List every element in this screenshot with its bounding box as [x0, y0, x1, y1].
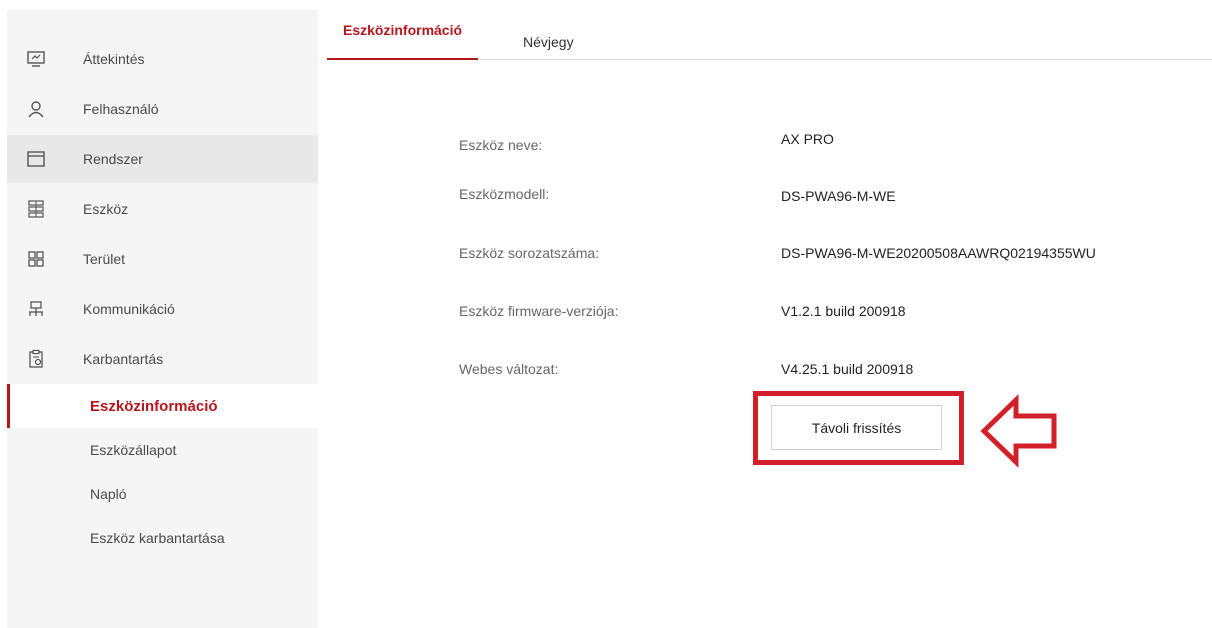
sidebar-subitem-eszkozinformacio[interactable]: Eszközinformáció: [7, 384, 318, 428]
window-icon: [25, 148, 47, 170]
area-grid-icon: [25, 248, 47, 270]
firmware-version-label: Eszköz firmware-verziója:: [459, 303, 619, 319]
device-grid-icon: [25, 198, 47, 220]
web-version-label: Webes változat:: [459, 361, 559, 377]
sidebar-subitem-eszkozallapot[interactable]: Eszközállapot: [7, 428, 318, 472]
device-model-label: Eszközmodell:: [459, 186, 550, 202]
remote-update-button[interactable]: Távoli frissítés: [771, 405, 942, 450]
serial-number-value: DS-PWA96-M-WE20200508AAWRQ02194355WU: [781, 245, 1096, 261]
device-name-label: Eszköz neve:: [459, 137, 543, 153]
sidebar-item-kommunikacio[interactable]: Kommunikáció: [7, 285, 318, 333]
tab-nevjegy[interactable]: Névjegy: [523, 22, 574, 58]
sidebar-subitem-label: Eszközinformáció: [90, 397, 218, 415]
sidebar-item-label: Karbantartás: [83, 351, 164, 367]
sidebar-subitem-eszkoz-karbantartasa[interactable]: Eszköz karbantartása: [7, 516, 318, 560]
tab-eszkozinformacio[interactable]: Eszközinformáció: [327, 22, 479, 60]
web-version-value: V4.25.1 build 200918: [781, 361, 914, 377]
sidebar-subitem-label: Napló: [90, 486, 127, 502]
network-icon: [25, 298, 47, 320]
user-icon: [25, 98, 47, 120]
sidebar-subitem-label: Eszköz karbantartása: [90, 530, 225, 546]
sidebar-item-label: Terület: [83, 251, 126, 267]
device-name-value: AX PRO: [781, 131, 834, 147]
sidebar-item-attekintes[interactable]: Áttekintés: [7, 35, 318, 83]
firmware-version-value: V1.2.1 build 200918: [781, 303, 906, 319]
tab-label: Eszközinformáció: [343, 22, 463, 38]
tab-bar: Eszközinformáció Névjegy: [327, 22, 1212, 60]
sidebar-item-rendszer[interactable]: Rendszer: [7, 135, 318, 183]
sidebar-item-label: Áttekintés: [83, 51, 145, 67]
selection-indicator: [7, 384, 10, 428]
maintenance-clipboard-icon: [25, 348, 47, 370]
sidebar-item-felhasznalo[interactable]: Felhasználó: [7, 85, 318, 133]
serial-number-label: Eszköz sorozatszáma:: [459, 245, 600, 261]
tab-label: Névjegy: [523, 34, 574, 50]
sidebar-item-label: Eszköz: [83, 201, 129, 217]
sidebar-item-label: Felhasználó: [83, 101, 159, 117]
sidebar-subitem-naplo[interactable]: Napló: [7, 472, 318, 516]
sidebar-item-eszkoz[interactable]: Eszköz: [7, 185, 318, 233]
sidebar: Áttekintés Felhasználó Rendszer Eszköz T…: [7, 10, 318, 628]
device-model-value: DS-PWA96-M-WE: [781, 188, 896, 204]
sidebar-item-karbantartas[interactable]: Karbantartás: [7, 335, 318, 383]
sidebar-item-terulet[interactable]: Terület: [7, 235, 318, 283]
sidebar-subitem-label: Eszközállapot: [90, 442, 177, 458]
sidebar-item-label: Rendszer: [83, 151, 143, 167]
sidebar-item-label: Kommunikáció: [83, 301, 175, 317]
monitor-icon: [25, 48, 47, 70]
arrow-left-icon: [980, 394, 1057, 468]
